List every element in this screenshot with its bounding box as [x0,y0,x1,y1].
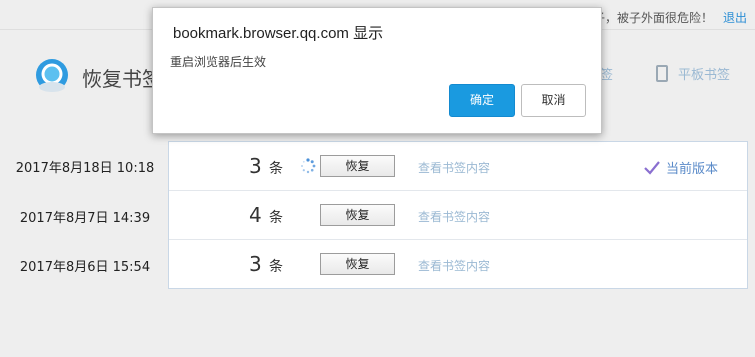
confirm-button[interactable]: 确定 [449,84,515,117]
record-date: 2017年8月6日 15:54 [19,260,151,275]
record-date: 2017年8月18日 10:18 [15,161,155,176]
backup-row: 3 条 恢复 查看书签内容 [169,240,747,289]
page-title: 恢复书签 [82,67,162,91]
record-date: 2017年8月7日 14:39 [19,211,151,226]
bookmark-count: 3 [249,154,262,178]
tab-tablet-label: 平板书签 [678,68,731,83]
restore-button[interactable]: 恢复 [320,253,395,275]
bookmark-count: 4 [249,203,262,227]
tablet-icon [656,65,668,82]
count-unit: 条 [269,210,283,226]
cancel-button[interactable]: 取消 [521,84,586,117]
qq-browser-logo-icon [36,59,68,92]
backup-row: 3 条 恢复 查看书签内容 当前版本 [169,142,747,191]
header-notice: 子，被子外面很危险！ [592,11,713,25]
loading-spinner-icon [301,158,316,174]
tab-tablet-bookmarks[interactable]: 平板书签 [656,64,730,83]
dialog-title: bookmark.browser.qq.com 显示 [173,25,384,42]
view-bookmarks-link[interactable]: 查看书签内容 [418,208,490,225]
current-version-label: 当前版本 [666,162,719,177]
bookmark-count: 3 [249,252,262,276]
alert-dialog: bookmark.browser.qq.com 显示 重启浏览器后生效 确定 取… [152,7,602,134]
logout-link[interactable]: 退出 [723,9,747,26]
restore-button[interactable]: 恢复 [320,155,395,177]
current-version-badge: 当前版本 [644,158,718,177]
backup-row: 4 条 恢复 查看书签内容 [169,191,747,240]
backup-list: 3 条 恢复 查看书签内容 当前版本 4 条 恢复 查看书签内容 3 条 恢复 … [168,141,748,289]
dialog-message: 重启浏览器后生效 [170,55,267,69]
count-unit: 条 [269,259,283,275]
count-unit: 条 [269,161,283,177]
view-bookmarks-link[interactable]: 查看书签内容 [418,159,490,176]
checkmark-icon [644,161,660,175]
restore-button[interactable]: 恢复 [320,204,395,226]
view-bookmarks-link[interactable]: 查看书签内容 [418,257,490,274]
